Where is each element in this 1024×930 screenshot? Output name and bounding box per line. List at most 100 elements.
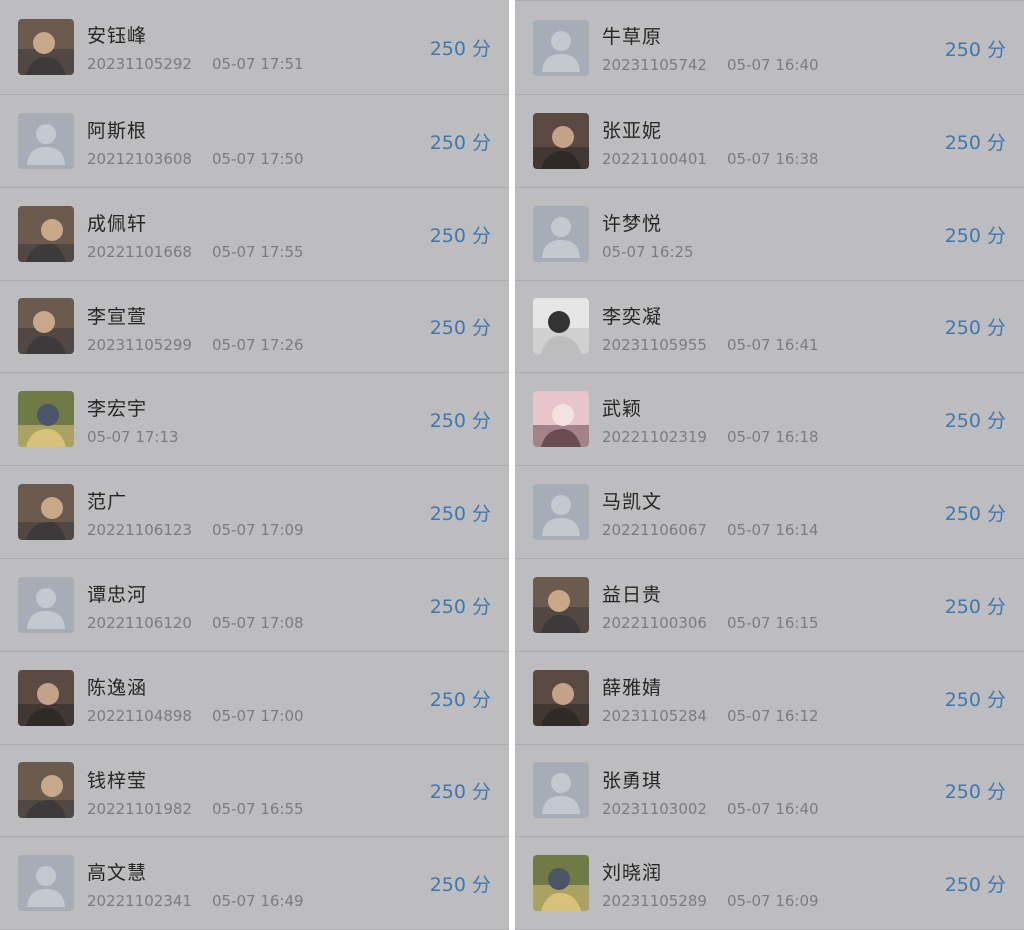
- list-item[interactable]: 范广 20221106123 05-07 17:09 250 分: [0, 466, 509, 559]
- score-unit: 分: [986, 688, 1006, 711]
- submission-meta: 20221106067 05-07 16:14: [602, 521, 819, 539]
- submission-meta: 05-07 17:13: [87, 428, 179, 446]
- student-name: 许梦悦: [602, 212, 663, 235]
- submission-meta: 20221101668 05-07 17:55: [87, 243, 304, 261]
- avatar: [533, 762, 589, 819]
- score-number: 250: [429, 874, 466, 897]
- screenshot-root: 安钰峰 20231105292 05-07 17:51 250 分阿斯根 20212103…: [0, 0, 1024, 930]
- score-value: 250 分: [430, 34, 491, 61]
- submission-time: 05-07 16:09: [726, 892, 819, 911]
- score-value: 250 分: [430, 685, 491, 712]
- student-name: 李奕凝: [602, 305, 663, 328]
- score-number: 250: [429, 503, 466, 526]
- submission-time: 05-07 16:55: [211, 799, 304, 818]
- right-list-panel: 牛草原 20231105742 05-07 16:40 250 分张亚妮 20221100…: [515, 0, 1024, 930]
- student-name: 李宣萱: [87, 305, 148, 328]
- list-item[interactable]: 高文慧 20221102341 05-07 16:49 250 分: [0, 837, 509, 930]
- list-item[interactable]: 许梦悦 05-07 16:25 250 分: [515, 188, 1024, 281]
- avatar: [18, 855, 74, 912]
- score-value: 250 分: [430, 128, 491, 155]
- list-item[interactable]: 李宣萱 20231105299 05-07 17:26 250 分: [0, 281, 509, 374]
- submission-time: 05-07 16:18: [726, 428, 819, 447]
- list-item[interactable]: 阿斯根 20212103608 05-07 17:50 250 分: [0, 95, 509, 188]
- score-unit: 分: [986, 781, 1006, 804]
- list-item[interactable]: 张亚妮 20221100401 05-07 16:38 250 分: [515, 95, 1024, 188]
- score-unit: 分: [986, 874, 1006, 897]
- list-item[interactable]: 刘晓润 20231105289 05-07 16:09 250 分: [515, 837, 1024, 930]
- score-number: 250: [429, 38, 466, 60]
- score-unit: 分: [471, 781, 491, 804]
- avatar: [18, 762, 74, 819]
- list-item[interactable]: 李奕凝 20231105955 05-07 16:41 250 分: [515, 281, 1024, 374]
- submission-time: 05-07 16:25: [602, 242, 694, 261]
- score-value: 250 分: [430, 499, 491, 526]
- avatar: [533, 669, 589, 726]
- avatar: [18, 298, 74, 355]
- list-item[interactable]: 益日贵 20221100306 05-07 16:15 250 分: [515, 559, 1024, 652]
- student-id: 20221106120: [87, 613, 192, 632]
- submission-meta: 20231105742 05-07 16:40: [602, 56, 819, 74]
- list-item[interactable]: 马凯文 20221106067 05-07 16:14 250 分: [515, 466, 1024, 559]
- score-value: 250 分: [945, 870, 1006, 897]
- score-value: 250 分: [430, 870, 491, 897]
- student-id: 20221106123: [87, 521, 192, 540]
- list-item[interactable]: 武颖 20221102319 05-07 16:18 250 分: [515, 373, 1024, 467]
- score-number: 250: [429, 781, 466, 804]
- score-unit: 分: [471, 317, 491, 340]
- submission-time: 05-07 17:26: [211, 335, 304, 354]
- avatar: [18, 391, 74, 448]
- submission-time: 05-07 17:55: [211, 242, 304, 261]
- list-item[interactable]: 安钰峰 20231105292 05-07 17:51 250 分: [0, 0, 509, 95]
- submission-meta: 20231105955 05-07 16:41: [602, 336, 819, 354]
- submission-time: 05-07 16:49: [211, 892, 304, 911]
- submission-time: 05-07 16:38: [726, 150, 819, 168]
- score-unit: 分: [471, 131, 491, 154]
- submission-time: 05-07 17:09: [211, 521, 304, 540]
- score-value: 250 分: [945, 592, 1006, 619]
- score-value: 250 分: [430, 313, 491, 340]
- submission-meta: 20231105299 05-07 17:26: [87, 336, 304, 354]
- list-item[interactable]: 李宏宇 05-07 17:13 250 分: [0, 373, 509, 467]
- submission-meta: 20231105292 05-07 17:51: [87, 55, 304, 73]
- score-number: 250: [429, 131, 466, 154]
- submission-meta: 20221101982 05-07 16:55: [87, 800, 304, 818]
- score-unit: 分: [471, 688, 491, 711]
- list-item[interactable]: 张勇琪 20231103002 05-07 16:40 250 分: [515, 745, 1024, 838]
- student-name: 安钰峰: [87, 25, 148, 47]
- score-unit: 分: [471, 38, 491, 60]
- score-number: 250: [944, 595, 981, 618]
- list-item[interactable]: 牛草原 20231105742 05-07 16:40 250 分: [515, 0, 1024, 95]
- submission-meta: 20231105284 05-07 16:12: [602, 707, 819, 725]
- list-item[interactable]: 陈逸涵 20221104898 05-07 17:00 250 分: [0, 652, 509, 745]
- submission-meta: 20231103002 05-07 16:40: [602, 800, 819, 818]
- avatar: [533, 298, 589, 355]
- student-id: 20231105284: [602, 706, 707, 725]
- list-item[interactable]: 谭忠河 20221106120 05-07 17:08 250 分: [0, 559, 509, 652]
- list-item[interactable]: 钱梓莹 20221101982 05-07 16:55 250 分: [0, 745, 509, 838]
- submission-meta: 20231105289 05-07 16:09: [602, 892, 819, 910]
- avatar: [533, 576, 589, 633]
- student-id: 20231105292: [87, 55, 192, 73]
- score-value: 250 分: [945, 221, 1006, 248]
- student-name: 张勇琪: [602, 769, 663, 792]
- score-unit: 分: [471, 595, 491, 618]
- avatar: [18, 205, 74, 262]
- list-item[interactable]: 成佩轩 20221101668 05-07 17:55 250 分: [0, 188, 509, 281]
- submission-meta: 20221102319 05-07 16:18: [602, 428, 819, 446]
- score-number: 250: [944, 224, 981, 247]
- score-unit: 分: [986, 503, 1006, 526]
- list-item[interactable]: 薛雅婧 20231105284 05-07 16:12 250 分: [515, 652, 1024, 745]
- submission-meta: 20221100306 05-07 16:15: [602, 614, 819, 632]
- left-list-panel: 安钰峰 20231105292 05-07 17:51 250 分阿斯根 20212103…: [0, 0, 509, 930]
- avatar: [18, 19, 74, 75]
- score-value: 250 分: [945, 777, 1006, 804]
- student-name: 薛雅婧: [602, 676, 663, 699]
- student-name: 马凯文: [602, 491, 663, 514]
- submission-time: 05-07 16:41: [726, 335, 819, 354]
- score-unit: 分: [471, 410, 491, 433]
- score-value: 250 分: [945, 35, 1006, 62]
- score-number: 250: [944, 781, 981, 804]
- avatar: [533, 855, 589, 912]
- score-value: 250 分: [430, 221, 491, 248]
- student-id: 20221100306: [602, 613, 707, 632]
